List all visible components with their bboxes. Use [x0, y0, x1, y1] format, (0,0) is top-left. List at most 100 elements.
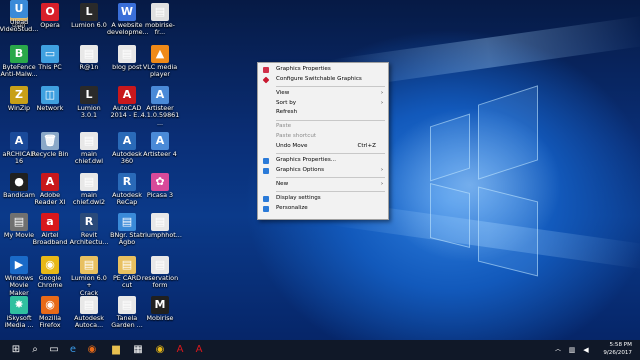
desktop-icon-label: reservation form — [141, 274, 179, 290]
menu-item-label: Undo Move — [276, 142, 308, 149]
desktop-icon[interactable]: A Adobe Reader XI — [30, 173, 70, 207]
clock-date: 9/26/2017 — [603, 349, 632, 356]
autocad-icon[interactable]: A — [189, 340, 209, 360]
desktop-icon[interactable]: ▤ R@1n — [69, 45, 109, 71]
desktop-icon[interactable]: ◫ Network — [30, 86, 70, 112]
menu-item-personalize[interactable]: Personalize — [258, 204, 388, 214]
desktop-icon-label: main chief.dwl2 — [72, 191, 106, 207]
chevron-right-icon: › — [381, 89, 383, 96]
desktop-icon[interactable]: L Lumion 3.0.1 — [69, 86, 109, 120]
desktop-icon-label: mobirise-fr... — [145, 21, 175, 37]
desktop-icon-image: ◫ — [41, 86, 59, 104]
desktop-icon-image: ● — [10, 173, 28, 191]
desktop-icon[interactable]: ▤ triumphhot... — [140, 213, 182, 239]
desktop-icon-image: A — [151, 132, 169, 150]
desktop-icon-image: R — [118, 173, 136, 191]
desktop-icon-label: Lumion 3.0.1 — [77, 104, 101, 120]
desktop-icon-label: Network — [36, 104, 64, 112]
edge-icon[interactable]: e — [63, 340, 83, 360]
menu-item-label: View — [276, 89, 290, 96]
desktop-icon-label: Recycle Bin — [31, 150, 69, 158]
menu-item-sort-by[interactable]: Sort by › — [258, 99, 388, 109]
desktop-icon[interactable]: ✿ Picasa 3 — [140, 173, 180, 199]
desktop-icon-image: A — [10, 132, 28, 150]
desktop-icon[interactable]: ▲ VLC media player — [140, 45, 180, 79]
desktop-icon-image: O — [41, 3, 59, 21]
desktop-icon-label: Airtel Broadband — [32, 231, 68, 247]
desktop-icon[interactable]: L Lumion 6.0 — [69, 3, 109, 29]
desktop-icon-image: ◉ — [41, 296, 59, 314]
desktop-icon-label: This PC — [38, 63, 62, 71]
desktop-icon[interactable]: ▭ This PC — [30, 45, 70, 71]
start-button[interactable]: ⊞ — [6, 340, 26, 360]
menu-item-undo-move[interactable]: Undo Move Ctrl+Z — [258, 142, 388, 152]
menu-item-configure-switchable-graphics[interactable]: Configure Switchable Graphics — [258, 75, 388, 85]
file-explorer-icon[interactable]: ▆ — [106, 340, 126, 360]
desktop-icon-image: A — [151, 86, 169, 104]
desktop-icon-image: M — [151, 296, 169, 314]
menu-item-graphics-properties[interactable]: Graphics Properties... — [258, 156, 388, 166]
desktop-icon[interactable]: ▤ reservation form — [140, 256, 180, 290]
desktop-icon-image: L — [80, 3, 98, 21]
desktop-icon[interactable]: ▤ Autodesk Autoca... — [69, 296, 109, 330]
menu-separator — [276, 119, 385, 121]
menu-item-view[interactable]: View › — [258, 89, 388, 99]
desktop-icon[interactable]: 🗑 Recycle Bin — [30, 132, 70, 158]
wallpaper-window-pane — [430, 183, 470, 248]
desktop-icon-label: Adobe Reader XI — [34, 191, 66, 207]
menu-item-label: Personalize — [276, 204, 308, 211]
menu-item-label: Graphics Properties... — [276, 156, 337, 163]
desktop-icon-image: ▶ — [10, 256, 28, 274]
desktop-icon[interactable]: ▤ Lumion 6.0 + Crack — [69, 256, 109, 297]
desktop-icon[interactable]: ◉ Mozilla Firefox — [30, 296, 70, 330]
intel-graphics-icon — [263, 67, 269, 73]
desktop-context-menu: Graphics Properties Configure Switchable … — [257, 62, 389, 220]
chevron-right-icon: › — [381, 180, 383, 187]
desktop-icon[interactable]: ▤ mobirise-fr... — [140, 3, 180, 37]
desktop-icon[interactable]: U Ulead VideoStud... — [0, 0, 39, 34]
desktop-icon-image: ✸ — [10, 296, 28, 314]
menu-item-label: Display settings — [276, 194, 321, 201]
intel-graphics-icon — [263, 157, 269, 164]
desktop[interactable]: 👤userOOperaLLumion 6.0WA website develop… — [0, 0, 640, 360]
desktop-icon-label: VLC media player — [142, 63, 178, 79]
desktop-icon-label: main chief.dwl — [74, 150, 104, 166]
desktop-icon-image: a — [41, 213, 59, 231]
menu-separator — [276, 86, 385, 88]
desktop-icon-image: ▤ — [151, 213, 169, 231]
clock[interactable]: 5:58 PM 9/26/2017 — [603, 342, 632, 357]
acrobat-icon[interactable]: A — [170, 340, 190, 360]
desktop-icon[interactable]: R Revit Architectu... — [69, 213, 109, 247]
task-view-icon[interactable]: ▭ — [44, 340, 64, 360]
store-icon[interactable]: ▦ — [128, 340, 148, 360]
desktop-icon-image: ✿ — [151, 173, 169, 191]
desktop-icon-image: ▤ — [118, 45, 136, 63]
desktop-icon[interactable]: ◉ Google Chrome — [30, 256, 70, 290]
desktop-icon-image: ▤ — [118, 213, 136, 231]
menu-item-display-settings[interactable]: Display settings — [258, 194, 388, 204]
desktop-icon-image: ▤ — [80, 132, 98, 150]
chrome-icon[interactable]: ◉ — [150, 340, 170, 360]
search-icon[interactable]: ⌕ — [25, 340, 45, 360]
volume-icon[interactable]: ◀ — [576, 340, 596, 360]
menu-item-paste-shortcut: Paste shortcut — [258, 132, 388, 142]
desktop-icon-label: triumphhot... — [140, 231, 182, 239]
desktop-icon[interactable]: A Artisteer 4 — [140, 132, 180, 158]
desktop-icon[interactable]: ▤ main chief.dwl — [69, 132, 109, 166]
menu-item-refresh[interactable]: Refresh — [258, 108, 388, 118]
desktop-icon[interactable]: A Artisteer 4.1.0.59861 ... — [140, 86, 180, 127]
menu-item-graphics-options[interactable]: Graphics Options › — [258, 166, 388, 176]
personalize-icon — [263, 205, 269, 212]
desktop-icon[interactable]: M Mobirise — [140, 296, 180, 322]
desktop-icon-label: Mozilla Firefox — [38, 314, 62, 330]
desktop-icon-label: Ulead VideoStud... — [0, 18, 39, 34]
menu-item-label: Sort by — [276, 99, 297, 106]
desktop-icon-label: Autodesk Autoca... — [74, 314, 104, 330]
desktop-icon-label: Lumion 6.0 + Crack — [71, 274, 107, 297]
desktop-icon[interactable]: ▤ main chief.dwl2 — [69, 173, 109, 207]
menu-item-graphics-properties[interactable]: Graphics Properties — [258, 65, 388, 75]
menu-item-new[interactable]: New › — [258, 180, 388, 190]
menu-separator — [276, 191, 385, 193]
firefox-icon[interactable]: ◉ — [82, 340, 102, 360]
desktop-icon[interactable]: a Airtel Broadband — [30, 213, 70, 247]
